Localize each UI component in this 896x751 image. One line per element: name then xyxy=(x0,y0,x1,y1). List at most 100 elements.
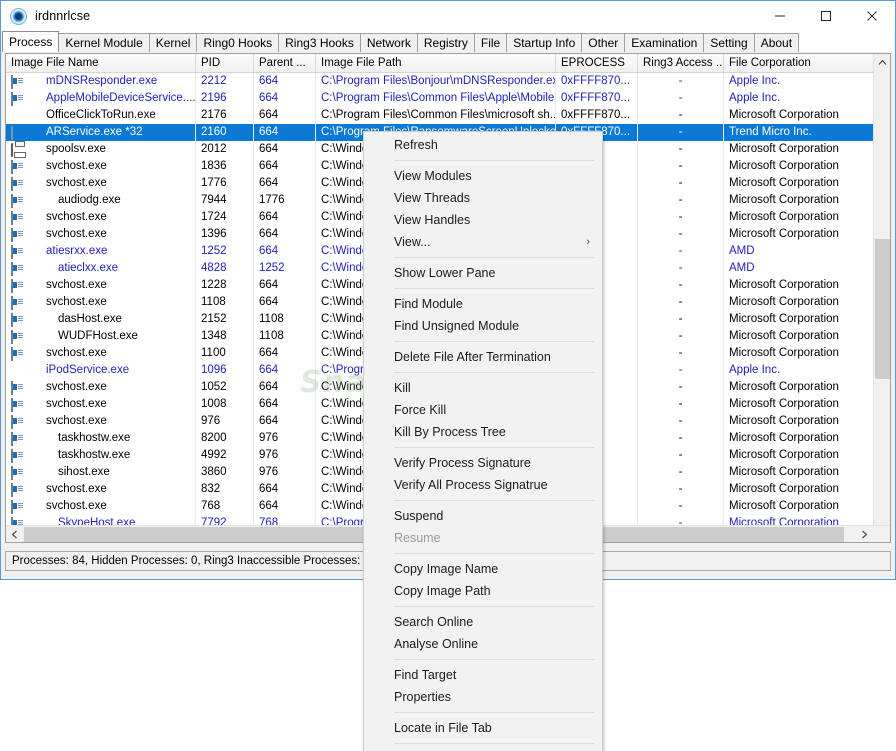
menu-item-delete-file-after-termination[interactable]: Delete File After Termination xyxy=(364,346,602,368)
cell-image-file-name: spoolsv.exe xyxy=(6,141,196,158)
app-icon xyxy=(11,295,27,311)
cell-image-file-name: atieclxx.exe xyxy=(6,260,196,277)
cell-pid: 2196 xyxy=(196,90,254,107)
minimize-button[interactable] xyxy=(757,1,803,31)
menu-item-label: View Handles xyxy=(394,213,471,227)
cell-ring3-access: - xyxy=(638,328,724,345)
tab-network[interactable]: Network xyxy=(359,33,418,52)
close-button[interactable] xyxy=(849,1,895,31)
menu-item-locate-in-file-tab[interactable]: Locate in File Tab xyxy=(364,717,602,739)
cell-ring3-access: - xyxy=(638,209,724,226)
cell-pid: 976 xyxy=(196,413,254,430)
cell-file-corporation: Microsoft Corporation xyxy=(729,483,839,495)
cell-image-file-name: mDNSResponder.exe xyxy=(6,73,196,90)
scroll-right-icon[interactable] xyxy=(856,526,873,542)
tab-examination[interactable]: Examination xyxy=(624,33,705,52)
menu-item-find-target[interactable]: Find Target xyxy=(364,664,602,686)
menu-item-view[interactable]: View... › xyxy=(364,231,602,253)
tab-about[interactable]: About xyxy=(753,33,800,52)
column-header-pid[interactable]: PID xyxy=(196,54,254,72)
tab-file[interactable]: File xyxy=(473,33,508,52)
menu-item-find-module[interactable]: Find Module xyxy=(364,293,602,315)
table-row[interactable]: mDNSResponder.exe 2212 664 C:\Program Files… xyxy=(6,73,890,90)
menu-item-analyse-online[interactable]: Analyse Online xyxy=(364,633,602,655)
menu-item-view-threads[interactable]: View Threads xyxy=(364,187,602,209)
vertical-scrollbar[interactable] xyxy=(873,54,890,542)
tab-ring3-hooks[interactable]: Ring3 Hooks xyxy=(278,33,361,52)
menu-separator xyxy=(394,553,594,554)
menu-item-verify-all-process-signatrue[interactable]: Verify All Process Signatrue xyxy=(364,474,602,496)
cell-parent-pid: 664 xyxy=(254,498,316,515)
table-row[interactable]: AppleMobileDeviceService.... 2196 664 C:\Pr… xyxy=(6,90,890,107)
menu-separator xyxy=(394,288,594,289)
tab-strip: Process Kernel Module Kernel Ring0 Hooks Rin… xyxy=(2,31,894,52)
menu-item-label: Locate in File Tab xyxy=(394,721,492,735)
cell-file-corporation: Microsoft Corporation xyxy=(729,211,839,223)
menu-item-show-lower-pane[interactable]: Show Lower Pane xyxy=(364,262,602,284)
menu-item-refresh[interactable]: Refresh xyxy=(364,134,602,156)
cell-file-corporation: AMD xyxy=(729,262,755,274)
menu-item-find-unsigned-module[interactable]: Find Unsigned Module xyxy=(364,315,602,337)
column-header-file-corporation[interactable]: File Corporation xyxy=(724,54,874,72)
cell-ring3-access: - xyxy=(638,107,724,124)
tab-other[interactable]: Other xyxy=(581,33,626,52)
menu-item-kill-by-process-tree[interactable]: Kill By Process Tree xyxy=(364,421,602,443)
tab-ring0-hooks[interactable]: Ring0 Hooks xyxy=(196,33,280,52)
menu-item-copy-image-name[interactable]: Copy Image Name xyxy=(364,558,602,580)
app-icon xyxy=(11,91,27,107)
maximize-button[interactable] xyxy=(803,1,849,31)
column-header-image-file-name[interactable]: Image File Name xyxy=(6,54,196,72)
cell-ring3-access: - xyxy=(638,464,724,481)
cell-parent-pid: 976 xyxy=(254,430,316,447)
cell-image-file-name: iPodService.exe xyxy=(6,362,196,379)
menu-item-search-online[interactable]: Search Online xyxy=(364,611,602,633)
menu-separator xyxy=(394,743,594,744)
vertical-scroll-thumb[interactable] xyxy=(875,239,890,379)
cell-parent-pid: 664 xyxy=(254,209,316,226)
column-header-image-file-path[interactable]: Image File Path xyxy=(316,54,556,72)
menu-item-view-handles[interactable]: View Handles xyxy=(364,209,602,231)
menu-item-view-modules[interactable]: View Modules xyxy=(364,165,602,187)
menu-separator xyxy=(394,341,594,342)
table-row[interactable]: OfficeClickToRun.exe 2176 664 C:\Program Fi… xyxy=(6,107,890,124)
cell-ring3-access: - xyxy=(638,396,724,413)
table-header: Image File Name PID Parent ... Image File P… xyxy=(6,54,890,73)
column-header-parent[interactable]: Parent ... xyxy=(254,54,316,72)
cell-ring3-access: - xyxy=(638,243,724,260)
menu-item-force-kill[interactable]: Force Kill xyxy=(364,399,602,421)
cell-image-file-name: dasHost.exe xyxy=(6,311,196,328)
app-icon xyxy=(11,465,27,481)
cell-pid: 1252 xyxy=(196,243,254,260)
process-name: svchost.exe xyxy=(46,398,107,410)
cell-parent-pid: 664 xyxy=(254,396,316,413)
menu-item-copy-image-path[interactable]: Copy Image Path xyxy=(364,580,602,602)
tab-process[interactable]: Process xyxy=(2,31,60,52)
scroll-up-icon[interactable] xyxy=(874,54,890,71)
menu-item-kill[interactable]: Kill xyxy=(364,377,602,399)
column-header-ring3-access[interactable]: Ring3 Access ... xyxy=(638,54,724,72)
menu-item-label: Kill By Process Tree xyxy=(394,425,506,439)
cell-image-file-name: atiesrxx.exe xyxy=(6,243,196,260)
menu-item-suspend[interactable]: Suspend xyxy=(364,505,602,527)
column-header-eprocess[interactable]: EPROCESS xyxy=(556,54,638,72)
cell-file-corporation: Microsoft Corporation xyxy=(729,313,839,325)
tab-registry[interactable]: Registry xyxy=(416,33,475,52)
scroll-left-icon[interactable] xyxy=(6,526,23,542)
process-name: sihost.exe xyxy=(58,466,110,478)
cell-parent-pid: 664 xyxy=(254,481,316,498)
menu-item-properties[interactable]: Properties xyxy=(364,686,602,708)
process-name: svchost.exe xyxy=(46,483,107,495)
menu-item-verify-process-signature[interactable]: Verify Process Signature xyxy=(364,452,602,474)
tab-setting[interactable]: Setting xyxy=(703,33,755,52)
process-name: spoolsv.exe xyxy=(46,143,106,155)
app-icon xyxy=(11,312,27,328)
tab-startup-info[interactable]: Startup Info xyxy=(506,33,583,52)
app-icon xyxy=(11,397,27,413)
cell-image-file-name: svchost.exe xyxy=(6,498,196,515)
cell-eprocess: 0xFFFF870... xyxy=(556,73,638,90)
tab-kernel[interactable]: Kernel xyxy=(148,33,198,52)
cell-image-file-name: svchost.exe xyxy=(6,379,196,396)
cell-ring3-access: - xyxy=(638,192,724,209)
tab-kernel-module[interactable]: Kernel Module xyxy=(58,33,150,52)
menu-separator xyxy=(394,257,594,258)
